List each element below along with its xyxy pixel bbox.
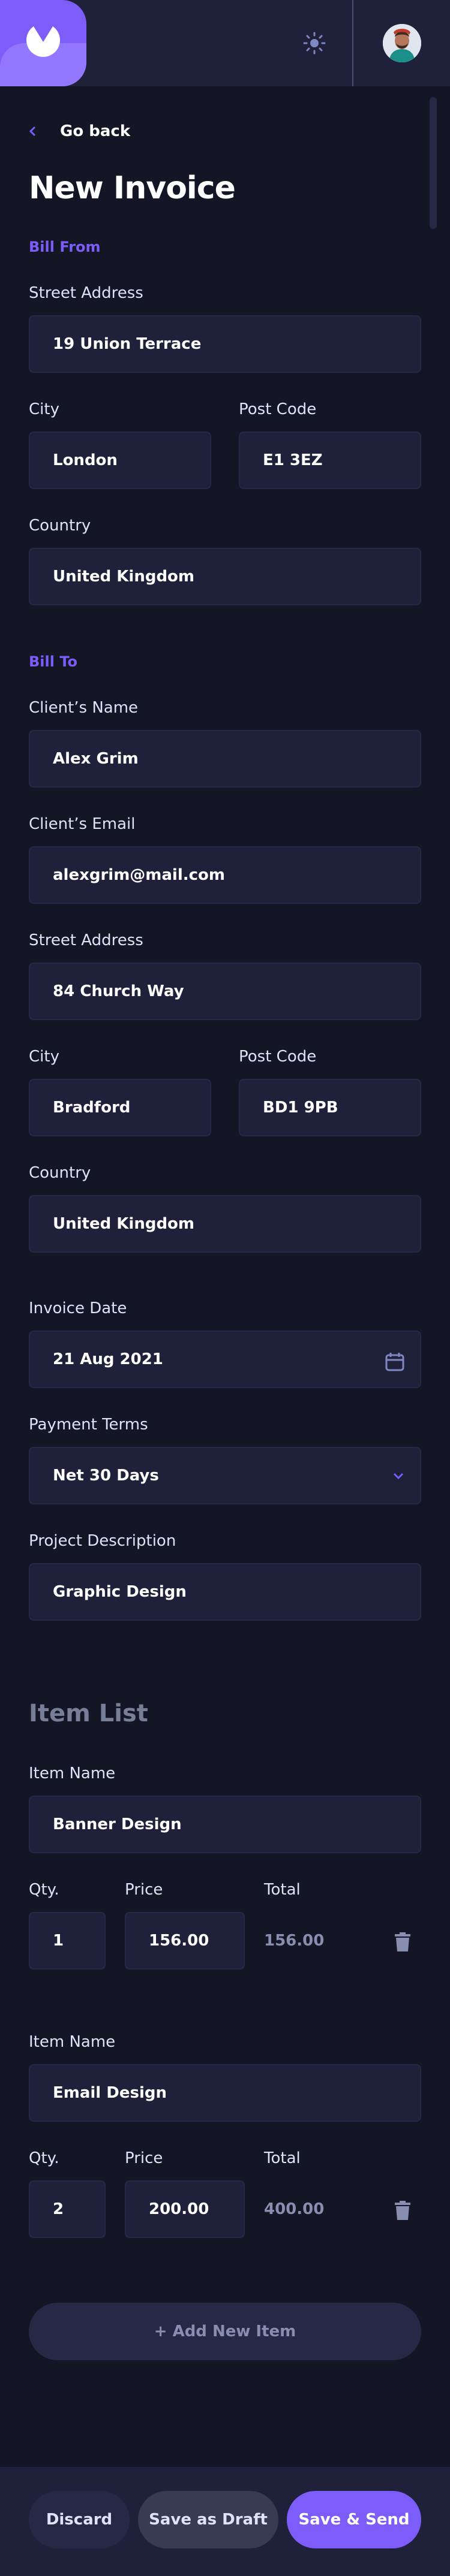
- to-country-label: Country: [29, 1164, 91, 1182]
- invoice-date-picker[interactable]: 21 Aug 2021: [29, 1331, 421, 1388]
- from-street-input[interactable]: 19 Union Terrace: [29, 315, 421, 373]
- calendar-icon: [385, 1353, 404, 1371]
- to-postcode-label: Post Code: [239, 1048, 317, 1066]
- scrollbar[interactable]: [430, 97, 437, 229]
- client-email-label: Client’s Email: [29, 815, 136, 833]
- item-price-input[interactable]: 156.00: [125, 1912, 245, 1969]
- item-qty-input[interactable]: 2: [29, 2180, 106, 2238]
- item-qty-label: Qty.: [29, 2149, 59, 2167]
- item-name-input[interactable]: Email Design: [29, 2064, 421, 2122]
- to-postcode-input[interactable]: BD1 9PB: [239, 1079, 421, 1136]
- bill-from-heading: Bill From: [29, 239, 101, 255]
- item-total-value: 156.00: [264, 1932, 325, 1950]
- save-draft-button[interactable]: Save as Draft: [138, 2491, 278, 2548]
- item-list-title: Item List: [29, 1700, 148, 1727]
- to-street-input[interactable]: 84 Church Way: [29, 963, 421, 1020]
- bill-to-heading: Bill To: [29, 653, 77, 670]
- page-title: New Invoice: [29, 170, 236, 206]
- item-total-label: Total: [264, 1881, 301, 1899]
- app-logo[interactable]: [0, 0, 86, 86]
- from-city-label: City: [29, 400, 59, 418]
- client-name-label: Client’s Name: [29, 699, 139, 717]
- item-qty-input[interactable]: 1: [29, 1912, 106, 1969]
- item-price-label: Price: [125, 1881, 163, 1899]
- add-new-item-button[interactable]: + Add New Item: [29, 2303, 421, 2360]
- to-city-input[interactable]: Bradford: [29, 1079, 211, 1136]
- to-city-label: City: [29, 1048, 59, 1066]
- from-street-label: Street Address: [29, 284, 143, 302]
- item-total-label: Total: [264, 2149, 301, 2167]
- save-send-button[interactable]: Save & Send: [287, 2491, 421, 2548]
- project-description-input[interactable]: Graphic Design: [29, 1563, 421, 1621]
- header-divider: [352, 0, 353, 86]
- item-price-label: Price: [125, 2149, 163, 2167]
- item-qty-label: Qty.: [29, 1881, 59, 1899]
- from-country-label: Country: [29, 517, 91, 535]
- from-city-input[interactable]: London: [29, 432, 211, 489]
- trash-icon[interactable]: [395, 1932, 410, 1951]
- from-postcode-input[interactable]: E1 3EZ: [239, 432, 421, 489]
- logo-icon: [26, 26, 60, 57]
- to-street-label: Street Address: [29, 931, 143, 949]
- from-postcode-label: Post Code: [239, 400, 317, 418]
- sun-icon[interactable]: [299, 28, 330, 59]
- item-price-input[interactable]: 200.00: [125, 2180, 245, 2238]
- project-description-label: Project Description: [29, 1532, 176, 1550]
- payment-terms-label: Payment Terms: [29, 1416, 148, 1434]
- payment-terms-select[interactable]: Net 30 Days: [29, 1447, 421, 1504]
- go-back-link[interactable]: Go back: [29, 122, 130, 140]
- chevron-left-icon: [29, 126, 36, 137]
- item-name-label: Item Name: [29, 1764, 116, 1782]
- discard-button[interactable]: Discard: [29, 2491, 130, 2548]
- from-country-input[interactable]: United Kingdom: [29, 548, 421, 605]
- payment-terms-value: Net 30 Days: [53, 1467, 159, 1485]
- invoice-date-value: 21 Aug 2021: [53, 1350, 163, 1368]
- item-name-label: Item Name: [29, 2033, 116, 2051]
- trash-icon[interactable]: [395, 2201, 410, 2220]
- to-country-input[interactable]: United Kingdom: [29, 1195, 421, 1253]
- invoice-date-label: Invoice Date: [29, 1299, 127, 1317]
- chevron-down-icon: [393, 1473, 404, 1480]
- avatar[interactable]: [383, 24, 421, 62]
- client-email-input[interactable]: alexgrim@mail.com: [29, 846, 421, 904]
- item-total-value: 400.00: [264, 2200, 325, 2218]
- go-back-label: Go back: [60, 122, 131, 140]
- client-name-input[interactable]: Alex Grim: [29, 730, 421, 788]
- app-header: [0, 0, 450, 86]
- item-name-input[interactable]: Banner Design: [29, 1796, 421, 1853]
